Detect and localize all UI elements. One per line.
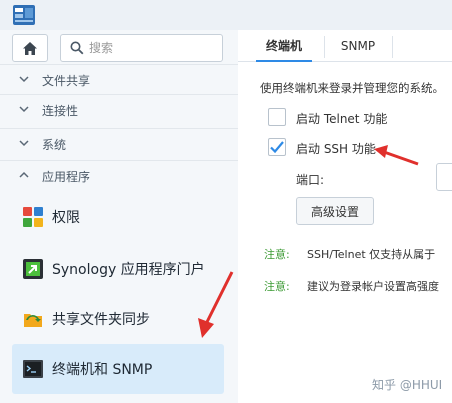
- sidebar-category-label: 应用程序: [42, 170, 91, 184]
- sidebar-category-system[interactable]: 系统: [0, 128, 238, 158]
- tab-bar: 终端机 SNMP: [238, 30, 452, 62]
- sidebar-category-connectivity[interactable]: 连接性: [0, 94, 238, 124]
- sidebar-category-applications[interactable]: 应用程序: [0, 160, 238, 190]
- note-text: 建议为登录帐户设置高强度: [307, 280, 439, 293]
- home-button[interactable]: [12, 34, 48, 62]
- watermark: 知乎 @HHUI: [372, 378, 443, 392]
- checkmark-icon: [270, 141, 284, 154]
- tab-terminal[interactable]: 终端机: [256, 30, 312, 62]
- permissions-icon: [23, 207, 43, 227]
- ssh-checkbox-label[interactable]: 启动 SSH 功能: [296, 140, 376, 157]
- sidebar-item-label: 权限: [52, 210, 80, 226]
- sidebar-category-label: 文件共享: [42, 74, 91, 88]
- advanced-settings-button[interactable]: 高级设置: [296, 197, 374, 225]
- terminal-icon: [23, 360, 43, 378]
- title-bar: [0, 0, 452, 30]
- chevron-down-icon: [19, 106, 29, 113]
- app-portal-icon: [23, 259, 43, 279]
- note-text: SSH/Telnet 仅支持从属于: [307, 248, 436, 261]
- sidebar-category-label: 系统: [42, 138, 67, 152]
- telnet-checkbox-label[interactable]: 启动 Telnet 功能: [296, 110, 387, 127]
- home-icon: [23, 41, 37, 55]
- sidebar: 文件共享 连接性 系统 应用程序 权限 Synology 应用程序门户: [0, 30, 238, 403]
- chevron-down-icon: [19, 140, 29, 147]
- tab-divider: [392, 36, 393, 58]
- sidebar-item-permissions[interactable]: 权限: [12, 192, 224, 242]
- main-panel: 终端机 SNMP 使用终端机来登录并管理您的系统。 启动 Telnet 功能 启…: [238, 30, 452, 403]
- tab-snmp[interactable]: SNMP: [334, 30, 382, 62]
- search-box[interactable]: [60, 34, 223, 62]
- telnet-checkbox[interactable]: [268, 108, 286, 126]
- sidebar-item-shared-folder-sync[interactable]: 共享文件夹同步: [12, 294, 224, 344]
- chevron-down-icon: [19, 76, 29, 83]
- port-input[interactable]: [436, 163, 452, 191]
- sidebar-item-label: Synology 应用程序门户: [52, 262, 205, 278]
- ssh-checkbox[interactable]: [268, 138, 286, 156]
- note-label: 注意:: [264, 248, 290, 261]
- sidebar-category-label: 连接性: [42, 104, 79, 118]
- sidebar-category-file-sharing[interactable]: 文件共享: [0, 64, 238, 94]
- control-panel-app-icon: [13, 5, 35, 25]
- terminal-description: 使用终端机来登录并管理您的系统。: [260, 81, 444, 95]
- note-label: 注意:: [264, 280, 290, 293]
- sidebar-item-label: 共享文件夹同步: [52, 312, 150, 328]
- sidebar-item-app-portal[interactable]: Synology 应用程序门户: [12, 244, 224, 294]
- search-icon: [70, 41, 84, 55]
- sidebar-item-label: 终端机和 SNMP: [52, 362, 153, 378]
- tab-divider: [324, 36, 325, 58]
- chevron-up-icon: [19, 171, 29, 178]
- search-input[interactable]: [89, 38, 217, 58]
- port-label: 端口:: [296, 173, 325, 187]
- sidebar-item-terminal-snmp[interactable]: 终端机和 SNMP: [12, 344, 224, 394]
- shared-folder-sync-icon: [24, 314, 42, 327]
